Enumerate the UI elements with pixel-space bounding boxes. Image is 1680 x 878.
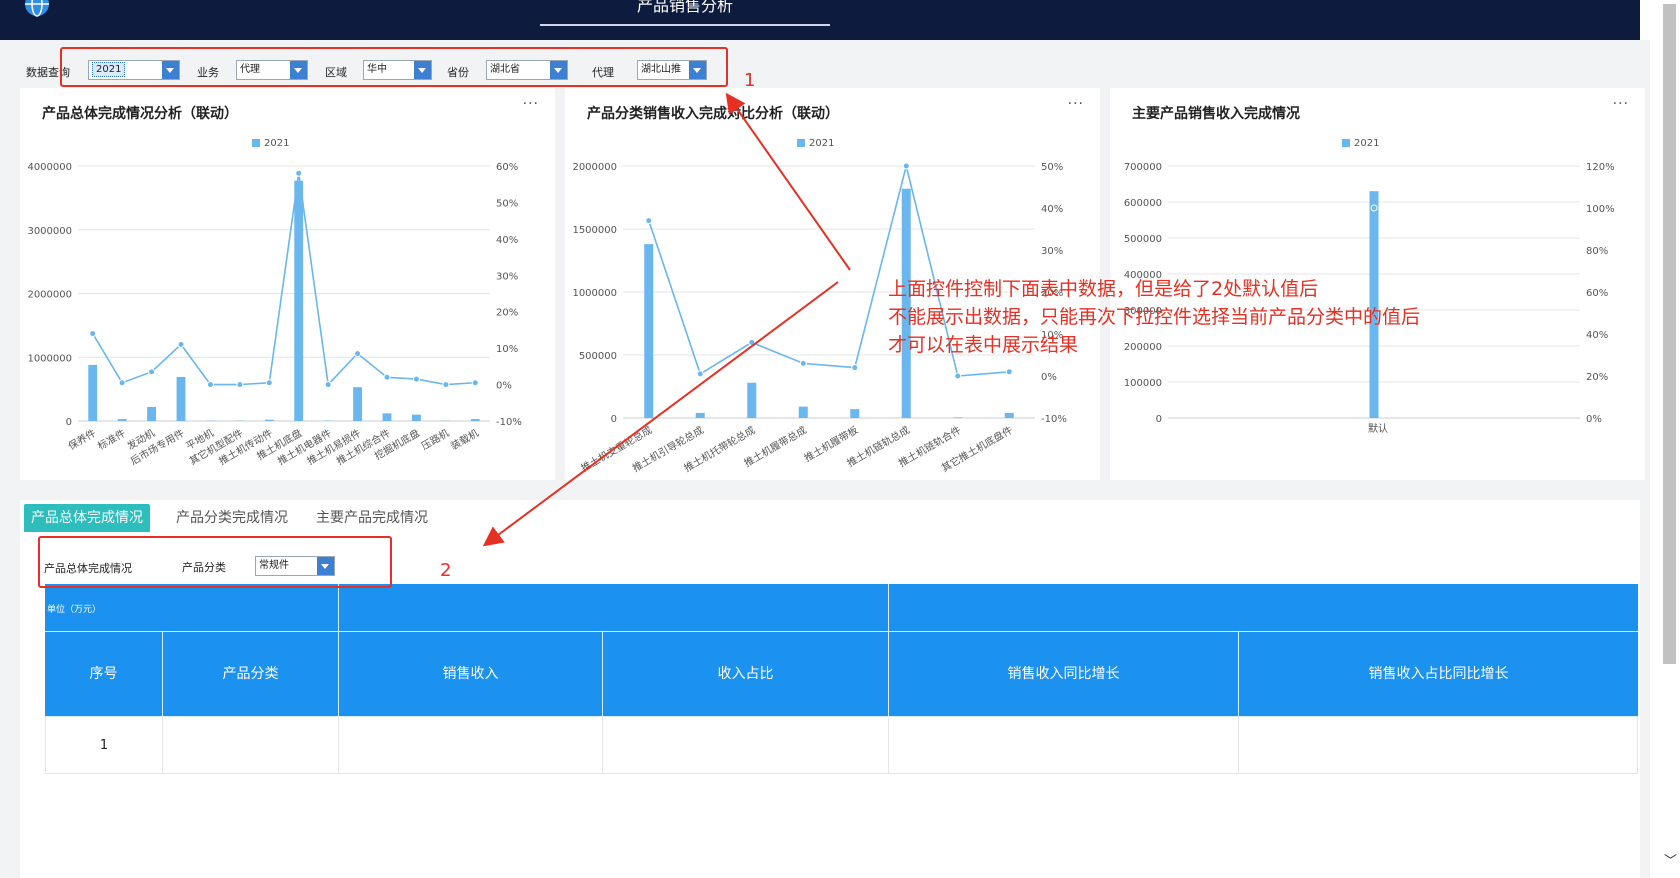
annotation-arrow-down bbox=[482, 281, 839, 547]
scrollbar-thumb[interactable] bbox=[1663, 4, 1676, 664]
annotation-line: 不能展示出数据，只能再次下拉控件选择当前产品分类中的值后 bbox=[888, 306, 1421, 328]
annotation-arrow-up bbox=[725, 92, 851, 271]
vertical-scrollbar[interactable]: ﹀ bbox=[1660, 0, 1680, 878]
annotation-line: 才可以在表中展示结果 bbox=[888, 334, 1079, 356]
annotation-arrows bbox=[482, 92, 851, 547]
annotation-line: 上面控件控制下面表中数据，但是给了2处默认值后 bbox=[888, 278, 1319, 300]
annotation-text: 上面控件控制下面表中数据，但是给了2处默认值后 不能展示出数据，只能再次下拉控件… bbox=[888, 275, 1420, 359]
scroll-down-icon[interactable]: ﹀ bbox=[1664, 850, 1677, 869]
